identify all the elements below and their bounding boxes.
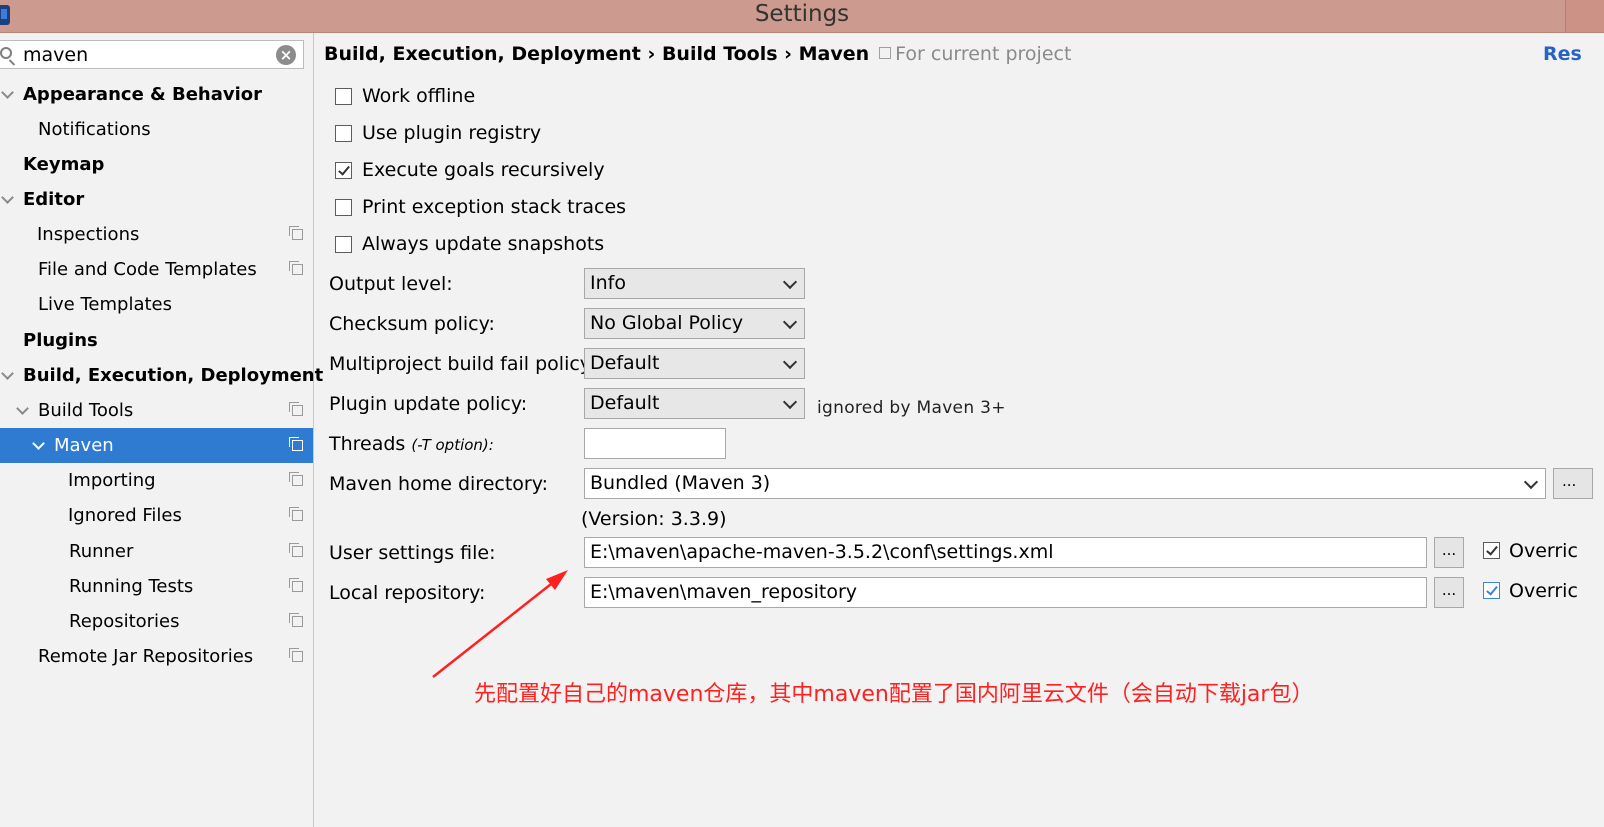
- chevron-down-icon[interactable]: [0, 358, 14, 393]
- sidebar-item-runner[interactable]: Runner: [0, 534, 313, 569]
- search-icon: [0, 47, 12, 59]
- project-scope-icon: [289, 437, 303, 451]
- project-scope-icon: [289, 578, 303, 592]
- maven-settings-panel: Build, Execution, Deployment › Build Too…: [314, 33, 1604, 827]
- chevron-down-icon[interactable]: [0, 182, 14, 217]
- project-scope-icon: [289, 402, 303, 416]
- project-scope-icon: [289, 543, 303, 557]
- annotation-text: 先配置好自己的maven仓库，其中maven配置了国内阿里云文件（会自动下载ja…: [474, 682, 1314, 707]
- sidebar-item-ignored-files[interactable]: Ignored Files: [0, 498, 313, 533]
- chevron-down-icon[interactable]: [31, 428, 45, 463]
- settings-sidebar: maven × Appearance & Behavior Notificati…: [0, 33, 323, 827]
- project-scope-icon: [289, 613, 303, 627]
- project-scope-icon: [289, 226, 303, 240]
- sidebar-item-build-tools[interactable]: Build Tools: [0, 393, 313, 428]
- project-scope-icon: [289, 648, 303, 662]
- sidebar-item-notifications[interactable]: Notifications: [0, 112, 313, 147]
- sidebar-item-repositories[interactable]: Repositories: [0, 604, 313, 639]
- title-bar: Settings: [0, 0, 1604, 33]
- chevron-down-icon[interactable]: [0, 77, 14, 112]
- sidebar-item-editor[interactable]: Editor: [0, 182, 313, 217]
- project-scope-icon: [289, 261, 303, 275]
- search-input[interactable]: maven: [23, 44, 88, 66]
- sidebar-item-maven[interactable]: Maven: [0, 428, 313, 463]
- sidebar-item-keymap[interactable]: Keymap: [0, 147, 313, 182]
- sidebar-item-live-templates[interactable]: Live Templates: [0, 287, 313, 322]
- project-scope-icon: [289, 507, 303, 521]
- sidebar-item-inspections[interactable]: Inspections: [0, 217, 313, 252]
- sidebar-item-appearance-behavior[interactable]: Appearance & Behavior: [0, 77, 313, 112]
- window-title: Settings: [754, 1, 850, 27]
- window-controls[interactable]: [1565, 0, 1604, 32]
- sidebar-item-importing[interactable]: Importing: [0, 463, 313, 498]
- project-scope-icon: [289, 472, 303, 486]
- sidebar-item-remote-jar-repositories[interactable]: Remote Jar Repositories: [0, 639, 313, 674]
- sidebar-item-plugins[interactable]: Plugins: [0, 323, 313, 358]
- sidebar-item-running-tests[interactable]: Running Tests: [0, 569, 313, 604]
- clear-icon[interactable]: ×: [276, 45, 296, 65]
- sidebar-item-build-execution-deployment[interactable]: Build, Execution, Deployment: [0, 358, 323, 393]
- chevron-down-icon[interactable]: [15, 393, 29, 428]
- sidebar-item-file-code-templates[interactable]: File and Code Templates: [0, 252, 313, 287]
- search-field[interactable]: maven ×: [0, 40, 304, 69]
